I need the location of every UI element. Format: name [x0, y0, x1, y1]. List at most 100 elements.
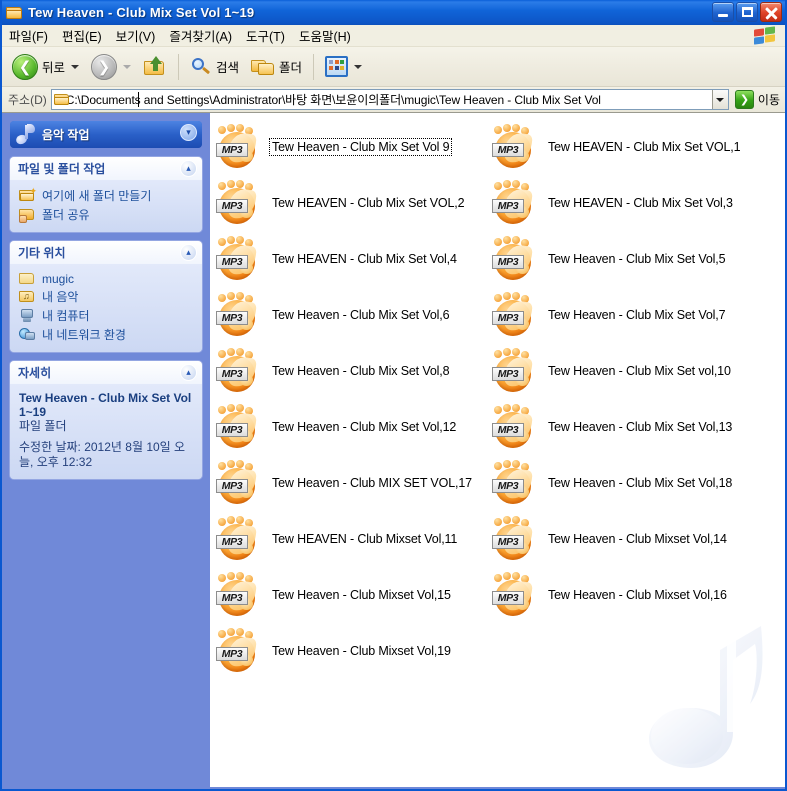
views-button[interactable] — [319, 51, 368, 83]
chevron-down-icon[interactable]: ▾ — [180, 124, 197, 141]
place-my-computer[interactable]: 내 컴퓨터 — [19, 307, 195, 324]
forward-arrow-icon: ❯ — [91, 53, 118, 80]
file-item[interactable]: MP3 Tew Heaven - Club Mixset Vol,16 — [490, 567, 766, 623]
file-item[interactable]: MP3 Tew Heaven - Club MIX SET VOL,17 — [214, 455, 490, 511]
menu-item-tools[interactable]: 도구(T) — [239, 24, 292, 47]
file-item[interactable]: MP3 Tew Heaven - Club Mix Set Vol,5 — [490, 231, 766, 287]
file-item[interactable]: MP3 Tew Heaven - Club Mix Set vol,10 — [490, 343, 766, 399]
file-name: Tew HEAVEN - Club Mix Set VOL,1 — [548, 140, 741, 154]
task-share-folder[interactable]: 폴더 공유 — [19, 206, 195, 223]
file-item[interactable]: MP3 Tew Heaven - Club Mixset Vol,19 — [214, 623, 490, 679]
title-bar[interactable]: Tew Heaven - Club Mix Set Vol 1~19 — [2, 0, 785, 25]
menu-item-edit[interactable]: 편집(E) — [55, 24, 109, 47]
back-dropdown-icon[interactable] — [71, 64, 80, 69]
file-name: Tew Heaven - Club Mixset Vol,14 — [548, 532, 727, 546]
file-item[interactable]: MP3 Tew HEAVEN - Club Mix Set VOL,2 — [214, 175, 490, 231]
music-tasks-header[interactable]: 음악 작업 ▾ — [10, 121, 202, 148]
text-caret — [137, 92, 139, 107]
details-modified-date: 수정한 날짜: 2012년 8월 10일 오늘, 오후 12:32 — [19, 440, 186, 469]
file-item[interactable]: MP3 Tew Heaven - Club Mix Set Vol,13 — [490, 399, 766, 455]
folders-button[interactable]: 폴더 — [245, 51, 308, 83]
file-item[interactable]: MP3 Tew HEAVEN - Club Mixset Vol,11 — [214, 511, 490, 567]
mp3-file-icon: MP3 — [216, 516, 264, 562]
other-places-title: 기타 위치 — [18, 246, 66, 260]
other-places-panel: 기타 위치 ▴ mugic ♫ 내 음악 내 컴퓨터 내 네트워크 환경 — [10, 241, 202, 352]
file-name: Tew Heaven - Club Mixset Vol,15 — [272, 588, 451, 602]
file-item[interactable]: MP3 Tew HEAVEN - Club Mix Set Vol,3 — [490, 175, 766, 231]
details-body: Tew Heaven - Club Mix Set Vol 1~19 파일 폴더… — [10, 384, 202, 479]
file-item[interactable]: MP3 Tew Heaven - Club Mix Set Vol,7 — [490, 287, 766, 343]
address-bar: 주소(D) C:\Documents and Settings\Administ… — [2, 87, 785, 113]
mp3-file-icon: MP3 — [492, 516, 540, 562]
menu-bar: 파일(F) 편집(E) 보기(V) 즐겨찾기(A) 도구(T) 도움말(H) — [2, 25, 785, 47]
mp3-file-icon: MP3 — [216, 124, 264, 170]
bottom-strip — [2, 787, 785, 789]
menu-item-file[interactable]: 파일(F) — [2, 24, 55, 47]
address-folder-icon — [53, 93, 71, 106]
mp3-file-icon: MP3 — [216, 572, 264, 618]
go-button[interactable]: ❯ 이동 — [733, 90, 782, 109]
address-dropdown-button[interactable] — [711, 90, 728, 109]
place-mugic[interactable]: mugic — [19, 271, 195, 286]
task-new-folder[interactable]: ✦ 여기에 새 폴더 만들기 — [19, 187, 195, 204]
my-computer-icon — [19, 308, 36, 323]
mp3-file-icon: MP3 — [216, 460, 264, 506]
up-button[interactable] — [137, 51, 173, 83]
file-name: Tew Heaven - Club Mix Set Vol,7 — [548, 308, 726, 322]
minimize-button[interactable] — [712, 2, 734, 22]
file-folder-tasks-header[interactable]: 파일 및 폴더 작업 ▴ — [10, 157, 202, 180]
file-folder-tasks-title: 파일 및 폴더 작업 — [18, 162, 106, 176]
forward-dropdown-icon[interactable] — [123, 64, 132, 69]
toolbar: ❮ 뒤로 ❯ 검색 폴더 — [2, 47, 785, 87]
window-controls — [712, 2, 782, 22]
other-places-header[interactable]: 기타 위치 ▴ — [10, 241, 202, 264]
mp3-file-icon: MP3 — [492, 292, 540, 338]
folders-icon — [251, 57, 275, 77]
file-item[interactable]: MP3 Tew Heaven - Club Mix Set Vol,18 — [490, 455, 766, 511]
mp3-file-icon: MP3 — [492, 572, 540, 618]
explorer-window: Tew Heaven - Club Mix Set Vol 1~19 파일(F)… — [0, 0, 787, 791]
file-item[interactable]: MP3 Tew HEAVEN - Club Mix Set VOL,1 — [490, 119, 766, 175]
file-name: Tew Heaven - Club Mix Set Vol,5 — [548, 252, 726, 266]
search-icon — [190, 57, 212, 77]
file-item[interactable]: MP3 Tew Heaven - Club Mixset Vol,15 — [214, 567, 490, 623]
mp3-file-icon: MP3 — [216, 404, 264, 450]
forward-button[interactable]: ❯ — [85, 51, 137, 83]
menu-item-view[interactable]: 보기(V) — [109, 24, 163, 47]
file-item[interactable]: MP3 Tew Heaven - Club Mix Set Vol,8 — [214, 343, 490, 399]
file-list[interactable]: MP3 Tew Heaven - Club Mix Set Vol 9 MP3 Tew… — [210, 113, 785, 787]
back-button[interactable]: ❮ 뒤로 — [6, 51, 85, 83]
file-item[interactable]: MP3 Tew Heaven - Club Mix Set Vol 9 — [214, 119, 490, 175]
address-input[interactable]: C:\Documents and Settings\Administrator\… — [50, 89, 729, 110]
file-item[interactable]: MP3 Tew HEAVEN - Club Mix Set Vol,4 — [214, 231, 490, 287]
place-my-music[interactable]: ♫ 내 음악 — [19, 288, 195, 305]
address-label: 주소(D) — [8, 93, 47, 107]
file-item[interactable]: MP3 Tew Heaven - Club Mixset Vol,14 — [490, 511, 766, 567]
back-arrow-icon: ❮ — [12, 53, 38, 80]
details-title: 자세히 — [18, 366, 52, 380]
task-pane: 음악 작업 ▾ 파일 및 폴더 작업 ▴ ✦ 여기에 새 폴더 만들기 폴더 공… — [2, 113, 210, 787]
go-arrow-icon: ❯ — [734, 90, 754, 109]
folder-icon — [6, 6, 23, 20]
mp3-file-icon: MP3 — [492, 348, 540, 394]
menu-item-help[interactable]: 도움말(H) — [292, 24, 358, 47]
maximize-button[interactable] — [736, 2, 758, 22]
place-my-network[interactable]: 내 네트워크 환경 — [19, 326, 195, 343]
chevron-up-icon[interactable]: ▴ — [180, 244, 197, 261]
close-button[interactable] — [760, 2, 782, 22]
details-header[interactable]: 자세히 ▴ — [10, 361, 202, 384]
file-item[interactable]: MP3 Tew Heaven - Club Mix Set Vol,12 — [214, 399, 490, 455]
music-tasks-panel: 음악 작업 ▾ — [10, 121, 202, 148]
file-name: Tew HEAVEN - Club Mix Set Vol,4 — [272, 252, 457, 266]
views-dropdown-icon[interactable] — [354, 64, 363, 69]
file-folder-tasks-panel: 파일 및 폴더 작업 ▴ ✦ 여기에 새 폴더 만들기 폴더 공유 — [10, 157, 202, 232]
file-name: Tew HEAVEN - Club Mix Set VOL,2 — [272, 196, 465, 210]
chevron-up-icon[interactable]: ▴ — [180, 364, 197, 381]
search-button[interactable]: 검색 — [184, 51, 245, 83]
menu-item-favorites[interactable]: 즐겨찾기(A) — [162, 24, 239, 47]
file-name: Tew Heaven - Club Mix Set Vol,18 — [548, 476, 733, 490]
windows-logo-icon — [753, 26, 779, 45]
file-item[interactable]: MP3 Tew Heaven - Club Mix Set Vol,6 — [214, 287, 490, 343]
chevron-up-icon[interactable]: ▴ — [180, 160, 197, 177]
views-icon — [325, 56, 349, 77]
